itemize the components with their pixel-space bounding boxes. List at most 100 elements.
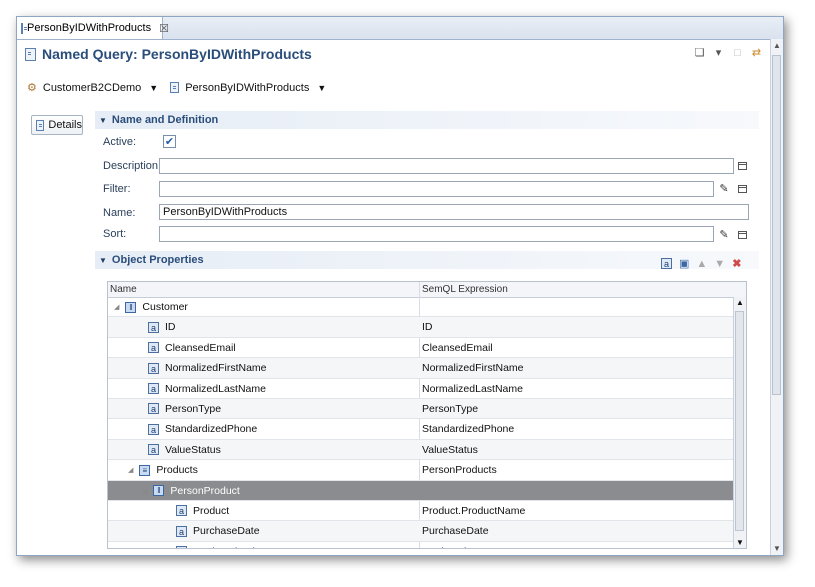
row-expression[interactable]: ID [422,321,433,333]
attribute-icon: a [148,342,159,354]
row-name-cell: a NormalizedFirstName [128,362,267,374]
row-name-cell: ◢ ‖ Customer [114,301,188,313]
row-expression[interactable]: NormalizedLastName [422,383,523,395]
row-name: NormalizedLastName [165,382,266,395]
description-field[interactable] [159,158,734,174]
expand-editor-icon[interactable] [738,162,747,170]
row-name-cell: a CleansedEmail [128,342,236,354]
table-row[interactable]: a PurchaseDate PurchaseDate [108,521,733,542]
row-name: Products [156,464,198,477]
row-expression[interactable]: RegistrationDate [422,546,500,548]
table-row[interactable]: a ValueStatus ValueStatus [108,439,733,461]
query-icon [21,22,27,34]
row-name: Customer [142,301,188,313]
move-up-icon[interactable]: ▲ [696,258,707,270]
sort-field[interactable] [159,226,714,242]
collapse-icon[interactable]: ▼ [99,116,107,125]
row-expression[interactable]: NormalizedFirstName [422,362,524,374]
named-query-icon [25,47,36,61]
editor-tab[interactable]: PersonByIDWithProducts ☒ [17,17,169,39]
table-row[interactable]: a PersonType PersonType [108,398,733,420]
dropdown-arrow-icon[interactable]: ▾ [712,47,725,59]
row-name-cell: a StandardizedPhone [128,423,257,435]
row-name: Product [193,504,230,517]
details-icon [36,119,45,131]
expand-editor-icon[interactable] [738,185,747,193]
table-row[interactable]: a NormalizedLastName NormalizedLastName [108,379,733,399]
scroll-up-icon[interactable]: ▲ [771,41,783,50]
row-name: NormalizedFirstName [165,362,267,375]
close-tab-icon[interactable]: ☒ [159,22,169,35]
scroll-down-icon[interactable]: ▼ [771,544,783,553]
add-attribute-icon[interactable]: a [661,258,672,269]
table-header: Name SemQL Expression [108,282,746,298]
sort-label: Sort: [103,228,127,240]
name-definition-header[interactable]: ▼ Name and Definition [95,111,759,129]
row-name: CleansedEmail [165,341,236,354]
attribute-icon: a [148,444,159,456]
collapse-icon[interactable]: ▼ [99,256,107,265]
object-properties-header[interactable]: ▼ Object Properties [95,251,759,269]
expression-editor-icon[interactable]: ✎ [718,183,730,195]
table-row[interactable]: a CleansedEmail CleansedEmail [108,338,733,359]
table-row[interactable]: a ID ID [108,317,733,338]
row-name: PersonType [165,402,222,415]
column-header-expression[interactable]: SemQL Expression [422,284,508,295]
attribute-icon: a [176,525,187,537]
breadcrumb-model[interactable]: CustomerB2CDemo [43,82,141,94]
row-expression[interactable]: Product.ProductName [422,505,525,517]
new-item-icon[interactable]: ❏ [693,47,706,59]
expression-editor-icon[interactable]: ✎ [718,229,730,241]
attribute-icon: a [148,362,159,374]
table-scrollbar[interactable]: ▲ ▼ [733,297,746,548]
attribute-icon: a [148,383,159,395]
row-name-cell: a PurchaseDate [156,525,260,537]
object-properties-table: Name SemQL Expression ◢ ‖ Customer a ID ID a Cl… [107,281,747,549]
move-down-icon[interactable]: ▼ [714,258,725,270]
row-expression[interactable]: PersonProducts [422,464,497,476]
tree-expand-icon[interactable]: ◢ [142,487,147,495]
row-expression[interactable]: PersonType [422,403,478,415]
table-row[interactable]: a NormalizedFirstName NormalizedFirstName [108,358,733,379]
name-label: Name: [103,207,136,219]
tree-expand-icon[interactable]: ◢ [128,466,133,474]
model-icon: ⚙ [27,82,37,94]
row-name: ID [165,321,176,334]
expand-editor-icon[interactable] [738,231,747,239]
table-row[interactable]: ◢ ‖ PersonProduct [108,480,733,501]
table-row[interactable]: a StandardizedPhone StandardizedPhone [108,419,733,440]
entity-icon: ‖ [153,485,165,497]
row-name-cell: a PersonType [128,403,221,415]
table-row[interactable]: a Product Product.ProductName [108,501,733,522]
sync-icon[interactable]: ⇄ [750,47,763,59]
table-row[interactable]: ◢ ≡ Products PersonProducts [108,460,733,481]
table-row[interactable]: a Registrationdate RegistrationDate [108,542,733,548]
filter-field[interactable] [159,181,714,197]
column-header-name[interactable]: Name [110,284,137,295]
scroll-down-icon[interactable]: ▼ [736,538,744,547]
details-button[interactable]: Details [31,115,83,135]
row-expression[interactable]: CleansedEmail [422,342,493,354]
row-expression[interactable]: ValueStatus [422,444,478,456]
delete-icon[interactable]: ✖ [732,257,741,270]
editor-scrollbar[interactable]: ▲ ▼ [770,39,783,555]
active-label: Active: [103,136,137,148]
add-entity-icon[interactable]: ▣ [679,257,689,270]
query-icon [170,82,180,93]
save-icon[interactable]: □ [731,47,744,59]
active-checkbox[interactable]: ✔ [163,135,176,148]
row-name-cell: a Registrationdate [156,546,269,548]
table-scrollbar-thumb[interactable] [735,311,744,531]
query-dropdown-icon[interactable]: ▼ [317,83,326,93]
breadcrumb-query[interactable]: PersonByIDWithProducts [185,82,309,94]
name-field[interactable]: PersonByIDWithProducts [159,204,749,220]
row-expression[interactable]: StandardizedPhone [422,423,514,435]
table-row[interactable]: ◢ ‖ Customer [108,297,733,318]
scroll-up-icon[interactable]: ▲ [736,298,744,307]
tree-expand-icon[interactable]: ◢ [114,303,119,311]
editor-scrollbar-thumb[interactable] [772,55,781,395]
model-dropdown-icon[interactable]: ▼ [149,83,158,93]
row-expression[interactable]: PurchaseDate [422,525,489,537]
row-name: Registrationdate [193,546,269,548]
object-properties-title: Object Properties [111,254,204,266]
